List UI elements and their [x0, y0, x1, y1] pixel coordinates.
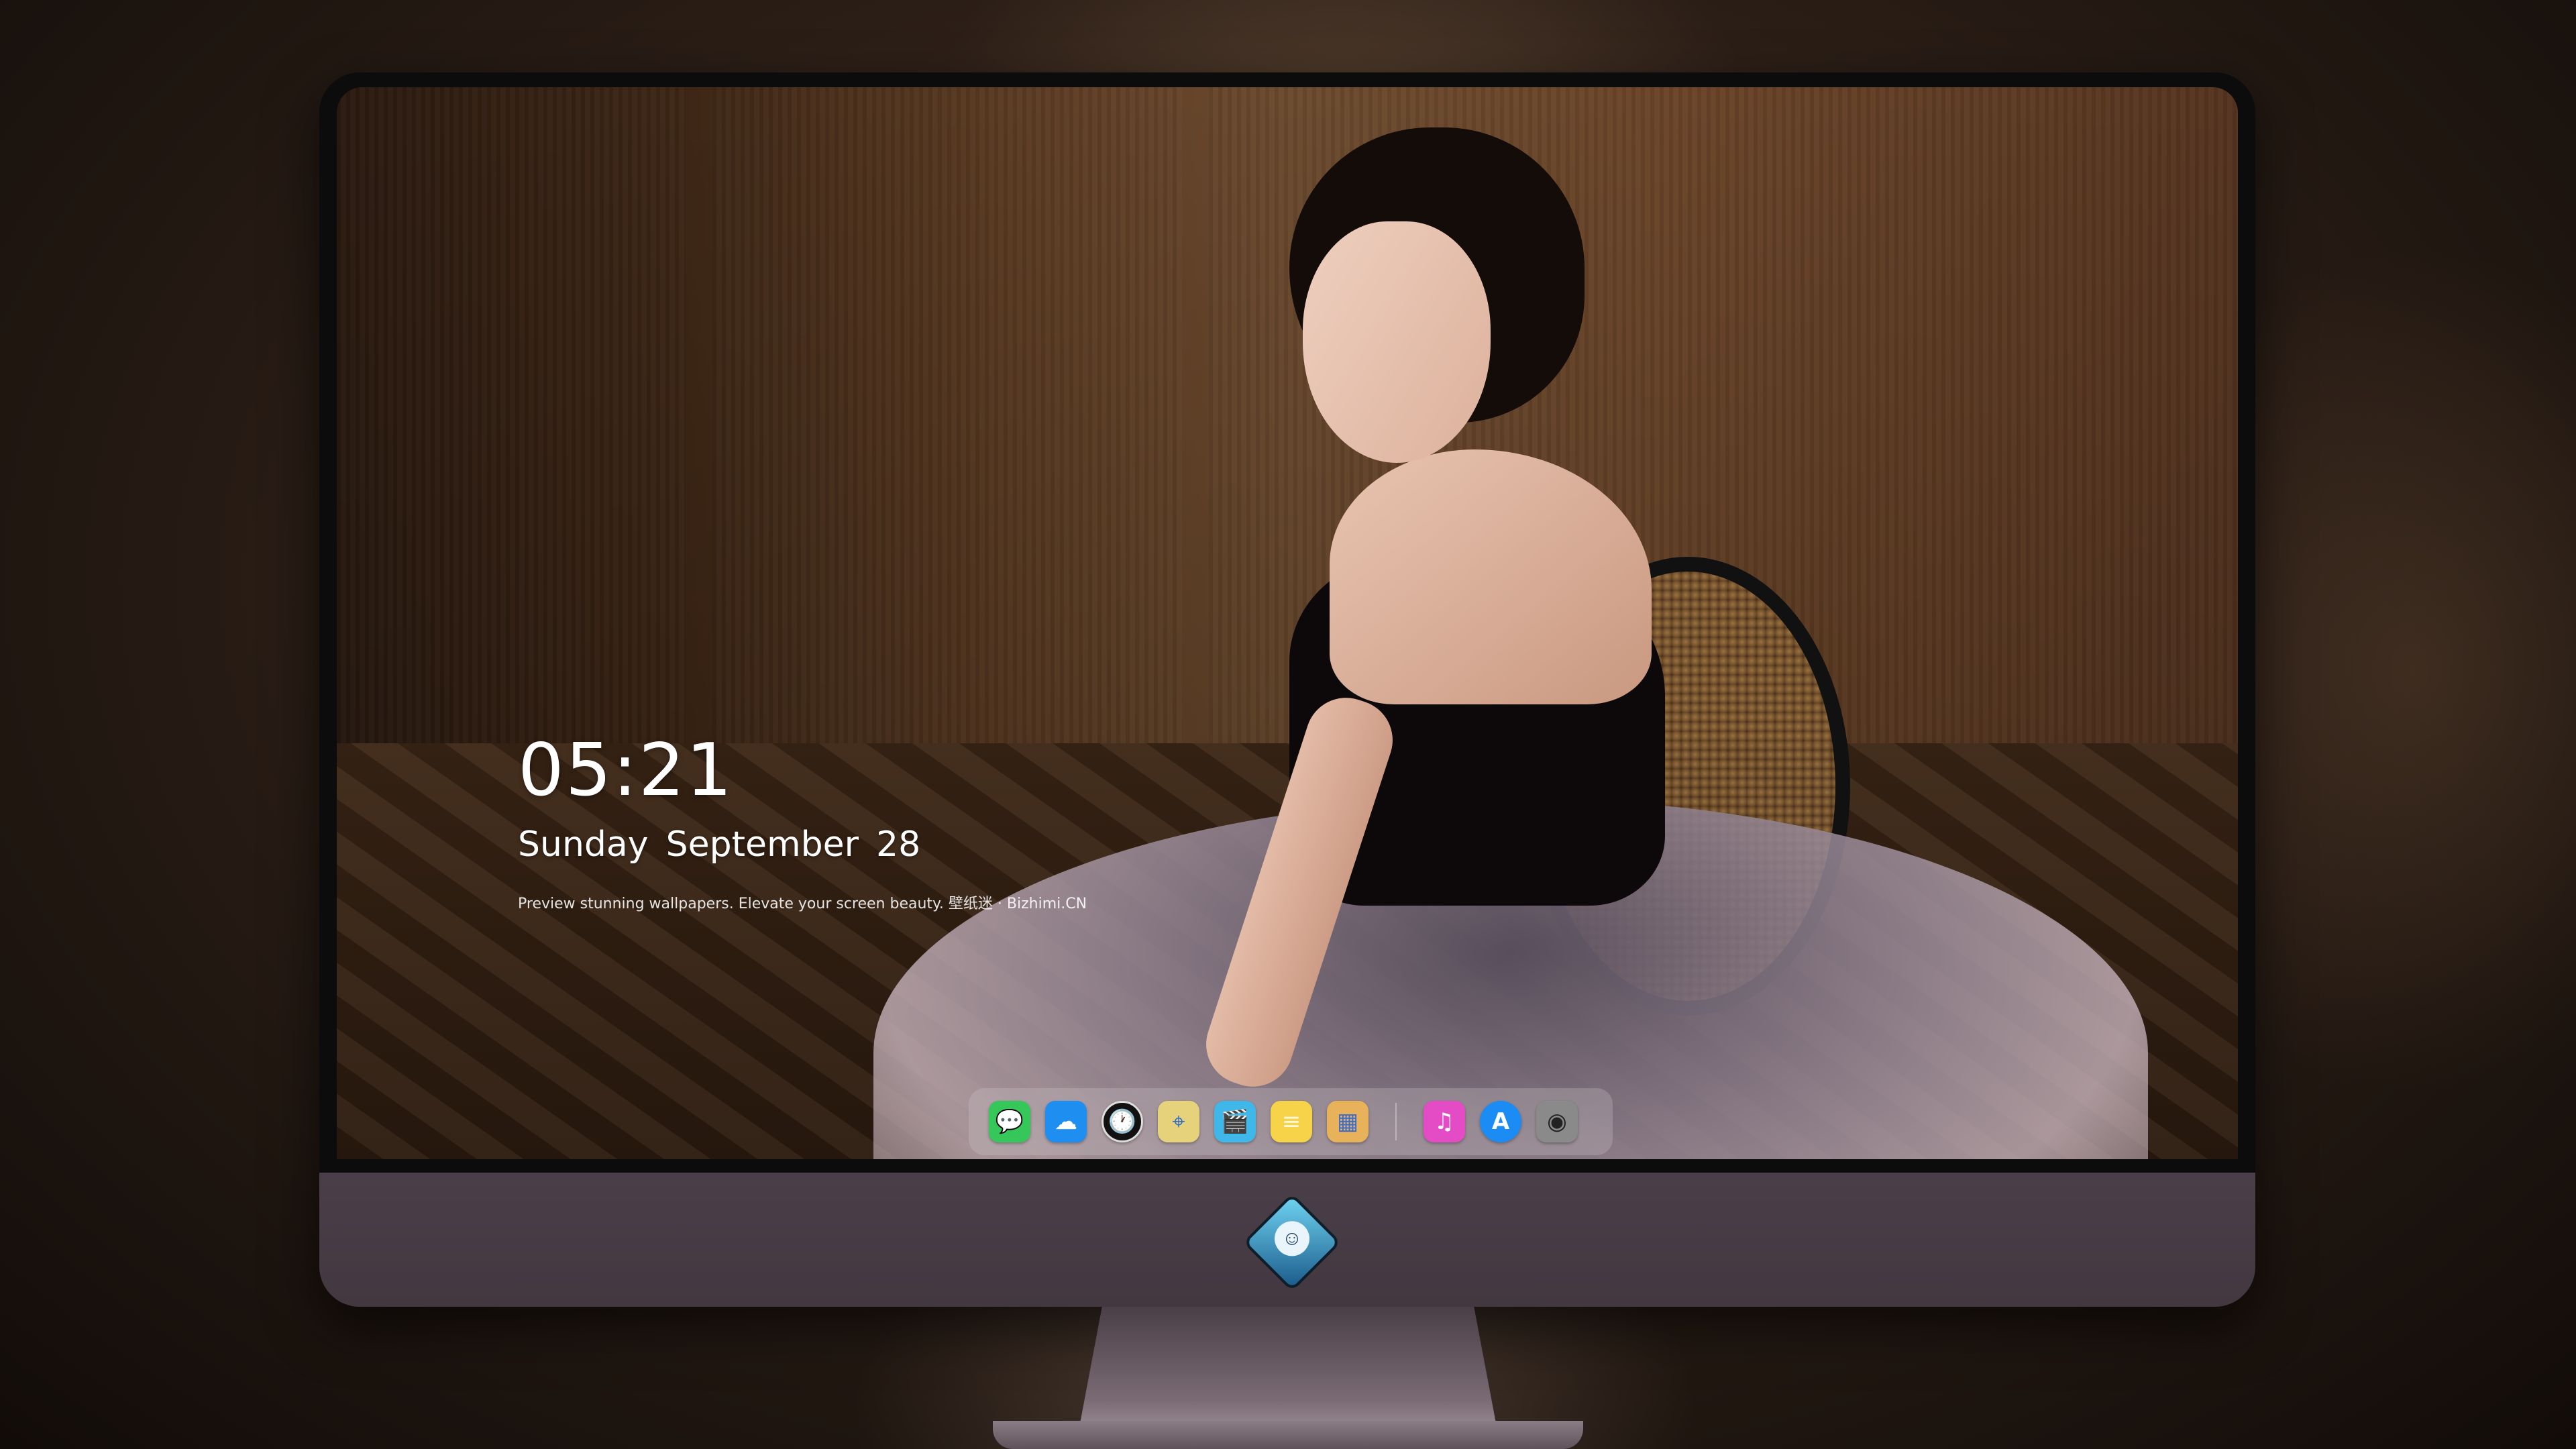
- maps-icon[interactable]: ⌖: [1158, 1101, 1199, 1142]
- camera-icon[interactable]: ◉: [1536, 1101, 1578, 1142]
- wallpaper-face: [1303, 221, 1491, 463]
- weather-icon[interactable]: ☁: [1045, 1101, 1087, 1142]
- app-store-icon[interactable]: A: [1480, 1101, 1521, 1142]
- lock-date: Sunday September 28: [518, 824, 1087, 865]
- messages-icon[interactable]: 💬: [989, 1101, 1030, 1142]
- clock-icon[interactable]: 🕐: [1102, 1101, 1143, 1142]
- monitor-stand-base: [993, 1421, 1583, 1449]
- monitor-chin: ☺: [319, 1173, 2255, 1307]
- notes-icon[interactable]: ≡: [1271, 1101, 1312, 1142]
- photo-board-icon[interactable]: ▦: [1327, 1101, 1368, 1142]
- music-icon[interactable]: ♫: [1424, 1101, 1465, 1142]
- date-day: 28: [876, 824, 921, 865]
- dock: 💬 ☁ 🕐 ⌖ 🎬 ≡ ▦ ♫ A ◉: [969, 1088, 1613, 1155]
- date-month: September: [665, 824, 859, 865]
- wall-panel: [337, 87, 686, 785]
- wall-panel: [712, 87, 1182, 785]
- brand-logo-icon: ☺: [1242, 1193, 1342, 1292]
- monitor: 05:21 Sunday September 28 Preview stunning…: [319, 72, 2255, 1307]
- date-weekday: Sunday: [518, 824, 649, 865]
- lock-info: 05:21 Sunday September 28 Preview stunning…: [518, 735, 1087, 913]
- mascot-icon: ☺: [1275, 1221, 1309, 1256]
- dock-separator: [1395, 1103, 1397, 1140]
- lock-screen[interactable]: 05:21 Sunday September 28 Preview stunning…: [337, 87, 2238, 1159]
- wallpaper-tagline: Preview stunning wallpapers. Elevate you…: [518, 896, 1087, 912]
- lock-clock: 05:21: [518, 729, 734, 812]
- videos-icon[interactable]: 🎬: [1214, 1101, 1256, 1142]
